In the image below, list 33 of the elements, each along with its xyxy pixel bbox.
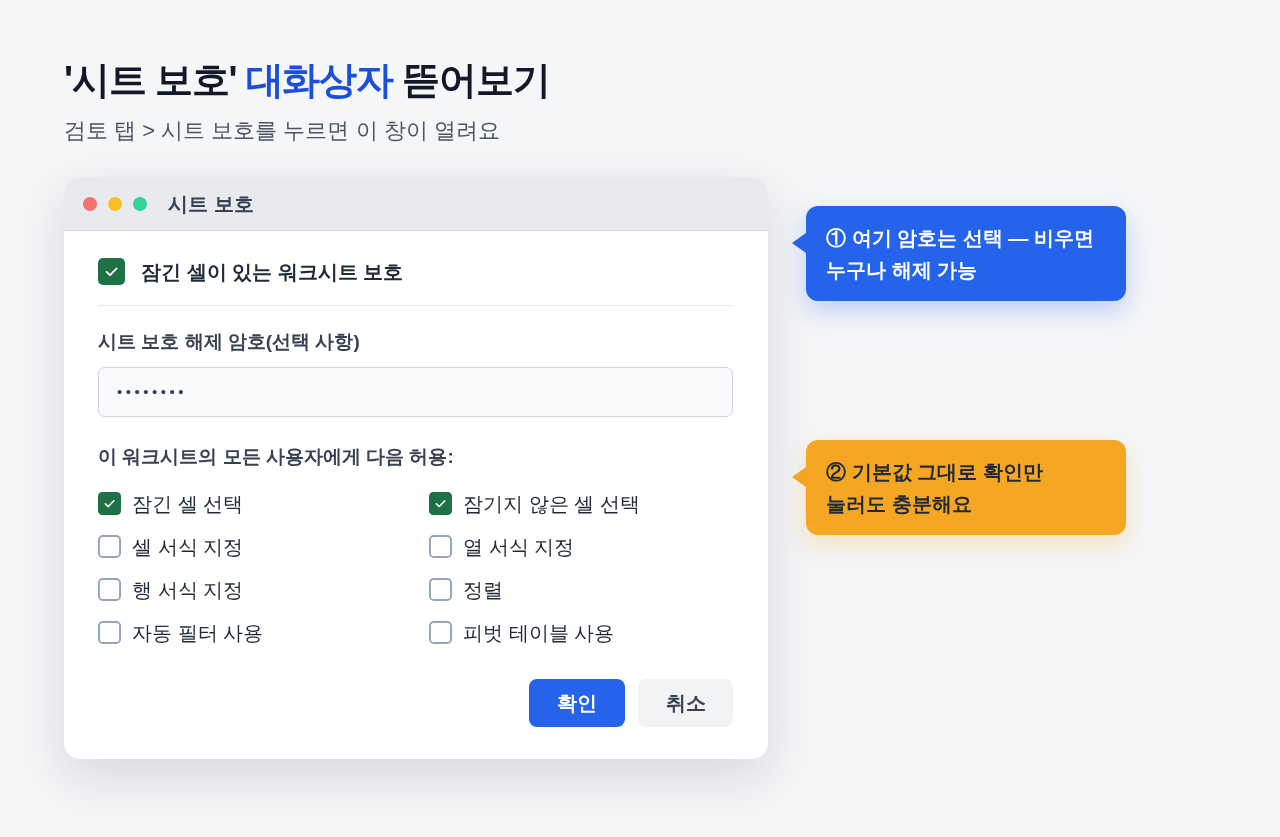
option-label: 피벗 테이블 사용 [463, 620, 615, 646]
confirm-button[interactable]: 확인 [529, 679, 625, 727]
checkbox[interactable] [98, 621, 121, 644]
option-label: 셀 서식 지정 [132, 534, 244, 560]
callout-bubble: ② 기본값 그대로 확인만 눌러도 충분해요 [806, 440, 1126, 535]
callout-tail-icon [792, 467, 806, 487]
section-label: 이 워크시트의 모든 사용자에게 다음 허용: [98, 445, 454, 469]
checkbox[interactable] [429, 492, 452, 515]
field-label: 시트 보호 해제 암호(선택 사항) [98, 330, 360, 354]
checkbox[interactable] [429, 535, 452, 558]
checkbox[interactable] [98, 535, 121, 558]
window-control-icon[interactable] [83, 196, 97, 211]
option-label: 행 서식 지정 [132, 577, 244, 603]
password-field[interactable]: •••••••• [98, 367, 733, 417]
option-label: 잠기지 않은 셀 선택 [463, 491, 640, 517]
checkbox[interactable] [429, 578, 452, 601]
option-label: 잠긴 셀이 있는 워크시트 보호 [141, 259, 404, 285]
checkbox[interactable] [429, 621, 452, 644]
checkbox[interactable] [98, 578, 121, 601]
checkbox[interactable] [98, 492, 121, 515]
dialog-title: 시트 보호 [168, 191, 254, 217]
page-title: '시트 보호' 대화상자 뜯어보기 [64, 58, 550, 103]
option-label: 자동 필터 사용 [132, 620, 264, 646]
cancel-button[interactable]: 취소 [638, 679, 733, 727]
callout-bubble: ① 여기 암호는 선택 — 비우면 누구나 해제 가능 [806, 206, 1126, 301]
page-subtitle: 검토 탭 > 시트 보호를 누르면 이 창이 열려요 [64, 117, 500, 145]
window-control-icon[interactable] [133, 196, 147, 211]
window-control-icon[interactable] [108, 196, 122, 211]
option-label: 잠긴 셀 선택 [132, 491, 244, 517]
option-label: 정렬 [463, 577, 503, 603]
option-label: 열 서식 지정 [463, 534, 575, 560]
checkbox[interactable] [98, 258, 125, 285]
callout-tail-icon [792, 233, 806, 253]
